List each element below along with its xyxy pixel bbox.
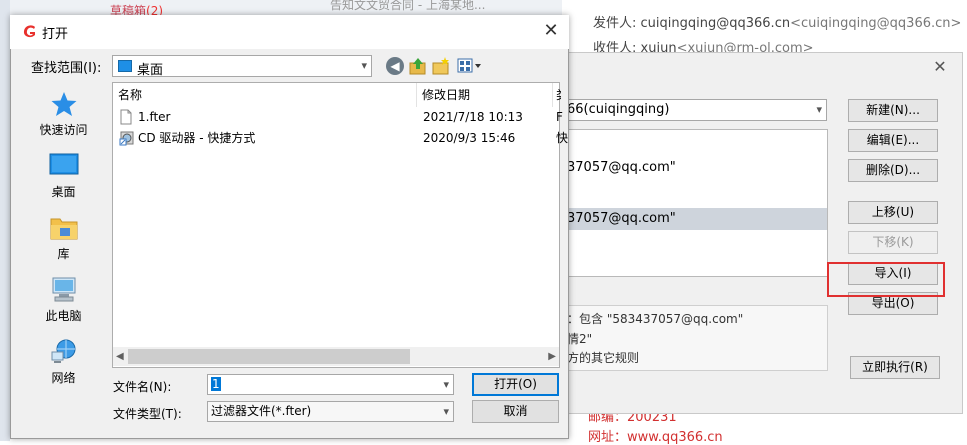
chevron-down-icon: ▾ [361, 59, 367, 72]
sender-line: 发件人: cuiqingqing@qq366.cn<cuiqingqing@qq… [593, 16, 962, 31]
scroll-right-icon[interactable]: ▶ [548, 347, 556, 366]
view-menu-icon[interactable] [457, 58, 483, 74]
filter-rule-item[interactable]: 37057@qq.com" [561, 157, 827, 179]
place-quick-access[interactable]: 快速访问 [21, 84, 106, 144]
footer-url[interactable]: 网址：www.qq366.cn [588, 426, 723, 445]
dialog-title: 打开 [42, 27, 69, 42]
filter-rule-item-selected[interactable]: 37057@qq.com" [561, 208, 827, 230]
move-up-button[interactable]: 上移(U) [848, 201, 938, 224]
scroll-left-icon[interactable]: ◀ [116, 347, 124, 366]
account-select[interactable]: 66(cuiqingqing) ▾ [560, 99, 827, 121]
desktop-folder-icon [118, 60, 132, 72]
open-button[interactable]: 打开(O) [472, 373, 559, 396]
new-rule-button[interactable]: 新建(N)... [848, 99, 938, 122]
library-folder-icon [50, 218, 78, 240]
new-folder-icon[interactable] [432, 56, 450, 76]
desc-line: 情2" [567, 332, 593, 346]
back-icon[interactable]: ◀ [386, 57, 404, 75]
column-header-type[interactable]: 类 [553, 83, 561, 107]
scroll-thumb[interactable] [128, 349, 410, 364]
dialog-close-icon[interactable]: ✕ [541, 21, 561, 41]
chevron-down-icon: ▾ [443, 378, 449, 391]
file-icon [120, 109, 132, 125]
file-list[interactable]: 名称 修改日期 类 1.fter 2021/7/18 10:13 F CD 驱动… [112, 82, 568, 368]
mail-left-column [0, 0, 10, 441]
places-bar: 快速访问 桌面 库 此电脑 网络 [21, 80, 106, 390]
place-library[interactable]: 库 [21, 208, 106, 268]
move-down-button[interactable]: 下移(K) [848, 231, 938, 254]
file-row[interactable]: 1.fter 2021/7/18 10:13 F [113, 107, 563, 128]
edit-rule-button[interactable]: 编辑(E)... [848, 129, 938, 152]
dialog-titlebar [10, 15, 569, 49]
filename-label: 文件名(N): [113, 380, 172, 394]
filter-description: ：包含 "583437057@qq.com" 情2" 方的其它规则 [560, 305, 828, 371]
delete-rule-button[interactable]: 删除(D)... [848, 159, 938, 182]
file-row[interactable]: CD 驱动器 - 快捷方式 2020/9/3 15:46 快 [113, 128, 568, 149]
computer-icon [52, 277, 76, 302]
chevron-down-icon: ▾ [443, 405, 449, 418]
cd-shortcut-icon [119, 131, 134, 146]
up-folder-icon[interactable] [409, 56, 427, 76]
app-logo-icon [23, 25, 35, 38]
mail-subject-clip[interactable]: 告知文文贸合同 - 上海某地... [330, 0, 485, 13]
place-desktop[interactable]: 桌面 [21, 146, 106, 206]
column-header-date[interactable]: 修改日期 [417, 83, 553, 107]
file-list-scrollbar[interactable]: ◀ ▶ [113, 347, 559, 366]
desktop-icon [49, 153, 79, 175]
network-icon [51, 339, 76, 363]
filename-input[interactable]: 1 ▾ [207, 374, 454, 395]
place-network[interactable]: 网络 [21, 332, 106, 392]
filter-close-icon[interactable]: ✕ [930, 58, 950, 76]
cancel-button[interactable]: 取消 [472, 400, 559, 423]
star-icon [51, 92, 77, 116]
desc-line: ：包含 "583437057@qq.com" [567, 312, 744, 326]
import-highlight-box [827, 262, 945, 297]
column-header-name[interactable]: 名称 [113, 83, 417, 107]
lookin-label: 查找范围(I): [31, 61, 102, 76]
place-this-pc[interactable]: 此电脑 [21, 270, 106, 330]
desc-line: 方的其它规则 [567, 351, 640, 365]
filetype-label: 文件类型(T): [113, 407, 182, 421]
filter-rule-list[interactable]: 37057@qq.com" 37057@qq.com" [560, 129, 828, 277]
lookin-combo[interactable]: 桌面 ▾ [112, 55, 372, 78]
filetype-select[interactable]: 过滤器文件(*.fter) ▾ [207, 401, 454, 422]
run-now-button[interactable]: 立即执行(R) [850, 356, 940, 379]
